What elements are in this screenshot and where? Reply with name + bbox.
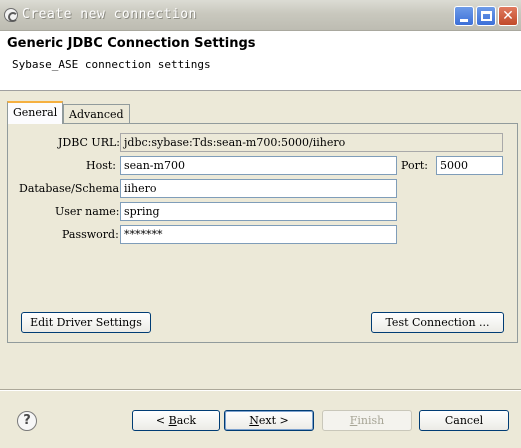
host-field[interactable]: sean-m700 bbox=[120, 156, 397, 175]
cancel-button[interactable]: Cancel bbox=[419, 410, 509, 431]
database-label: Database/Schema: bbox=[19, 182, 123, 195]
jdbc-url-field[interactable]: jdbc:sybase:Tds:sean-m700:5000/iihero bbox=[120, 133, 503, 152]
next-mnemonic: N bbox=[249, 414, 259, 427]
back-arrow: < bbox=[155, 414, 166, 427]
port-label: Port: bbox=[401, 159, 428, 172]
back-label: ack bbox=[176, 414, 197, 427]
close-button[interactable]: ✕ bbox=[498, 6, 518, 26]
database-field[interactable]: iihero bbox=[120, 179, 397, 198]
next-button[interactable]: Next > bbox=[224, 410, 314, 431]
minimize-button[interactable] bbox=[454, 6, 474, 26]
window-title: Create new connection bbox=[22, 7, 197, 22]
window-titlebar[interactable]: Create new connection ✕ bbox=[0, 0, 521, 31]
back-button[interactable]: < Back bbox=[132, 410, 220, 431]
tab-general[interactable]: General bbox=[7, 101, 64, 124]
page-subtitle: Sybase_ASE connection settings bbox=[12, 58, 211, 71]
host-label: Host: bbox=[86, 159, 116, 172]
maximize-button[interactable] bbox=[476, 6, 496, 26]
password-field[interactable]: ******* bbox=[120, 225, 397, 244]
close-icon: ✕ bbox=[502, 8, 514, 24]
jdbc-url-label: JDBC URL: bbox=[58, 136, 120, 149]
port-field[interactable]: 5000 bbox=[436, 156, 503, 175]
edit-driver-settings-button[interactable]: Edit Driver Settings bbox=[21, 312, 151, 333]
next-label: ext bbox=[258, 414, 277, 427]
tab-advanced[interactable]: Advanced bbox=[63, 104, 130, 124]
help-icon[interactable]: ? bbox=[17, 411, 37, 431]
username-field[interactable]: spring bbox=[120, 202, 397, 221]
page-title: Generic JDBC Connection Settings bbox=[7, 36, 256, 51]
minimize-icon bbox=[460, 19, 468, 22]
footer-separator bbox=[0, 389, 521, 391]
test-connection-button[interactable]: Test Connection ... bbox=[371, 312, 504, 333]
eclipse-app-icon bbox=[4, 8, 18, 22]
wizard-header: Generic JDBC Connection Settings Sybase_… bbox=[0, 31, 521, 91]
back-mnemonic: B bbox=[168, 414, 177, 427]
password-label: Password: bbox=[62, 228, 119, 241]
username-label: User name: bbox=[55, 205, 120, 218]
next-arrow: > bbox=[279, 414, 289, 427]
finish-button[interactable]: Finish bbox=[322, 410, 412, 431]
finish-label: inish bbox=[357, 414, 385, 427]
maximize-icon bbox=[481, 11, 492, 21]
